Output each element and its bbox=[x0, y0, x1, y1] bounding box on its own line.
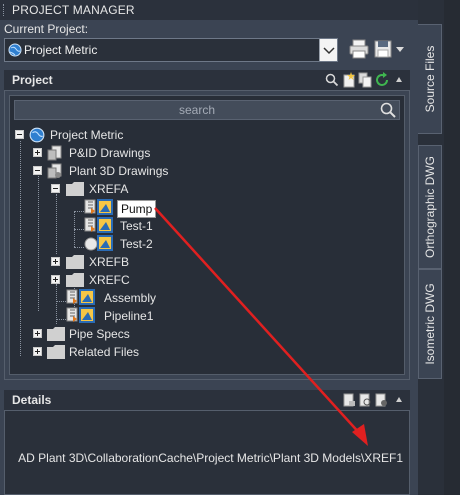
drawing-folder-icon bbox=[47, 145, 62, 161]
tree-node-label: Pipeline1 bbox=[104, 309, 154, 323]
details-section-header[interactable]: Details bbox=[4, 390, 410, 410]
drawing-status-icon bbox=[84, 199, 113, 215]
drawing-status-icon bbox=[84, 217, 113, 233]
current-project-label: Current Project: bbox=[4, 22, 89, 36]
tree-node-label: XREFB bbox=[89, 255, 130, 269]
drag-grip[interactable] bbox=[3, 4, 6, 16]
tree-node-label: XREFA bbox=[89, 182, 129, 196]
save-dropdown-icon[interactable] bbox=[396, 47, 404, 53]
tree-connector bbox=[74, 229, 84, 230]
tab-orthographic-dwg[interactable]: Orthographic DWG bbox=[418, 145, 442, 269]
project-manager-panel: PROJECT MANAGER Current Project: Project… bbox=[0, 0, 418, 495]
print-icon[interactable] bbox=[348, 38, 370, 60]
tree-node-label: Test-2 bbox=[120, 237, 153, 251]
tree-search-input[interactable]: search bbox=[14, 100, 400, 120]
expand-toggle[interactable] bbox=[33, 347, 42, 356]
tab-label: Orthographic DWG bbox=[423, 155, 437, 259]
tree-node-label: XREFC bbox=[89, 273, 130, 287]
expand-toggle[interactable] bbox=[51, 275, 60, 284]
folder-icon bbox=[66, 273, 84, 287]
file-details-icon[interactable] bbox=[342, 393, 356, 407]
copy-drawing-icon[interactable] bbox=[358, 72, 372, 88]
tree-connector bbox=[56, 194, 57, 254]
folder-icon bbox=[66, 182, 84, 196]
project-section-label: Project bbox=[12, 73, 53, 87]
project-section-body: search Project Metric P&ID Drawings Plan… bbox=[4, 90, 410, 380]
tree-connector bbox=[74, 247, 84, 248]
tab-label: Isometric DWG bbox=[423, 283, 437, 365]
globe-icon bbox=[8, 43, 22, 57]
folder-icon bbox=[66, 255, 84, 269]
details-file-path: AD Plant 3D\CollaborationCache\Project M… bbox=[18, 451, 403, 465]
tree-connector bbox=[20, 141, 21, 356]
search-placeholder: search bbox=[178, 103, 216, 117]
current-project-select[interactable]: Project Metric bbox=[4, 38, 338, 62]
tree-node-label: Assembly bbox=[104, 291, 157, 305]
collapse-toggle[interactable] bbox=[33, 166, 42, 175]
tree-connector bbox=[56, 301, 66, 302]
tree-node-label: P&ID Drawings bbox=[69, 146, 151, 160]
tree-connector bbox=[38, 176, 39, 311]
expand-toggle[interactable] bbox=[33, 148, 42, 157]
refresh-icon[interactable] bbox=[374, 72, 390, 88]
panel-titlebar[interactable]: PROJECT MANAGER bbox=[0, 0, 418, 20]
window-edge bbox=[444, 0, 460, 495]
project-dropdown-button[interactable] bbox=[319, 39, 337, 61]
tree-connector bbox=[56, 284, 57, 324]
project-section-header[interactable]: Project bbox=[4, 70, 410, 90]
chevron-down-icon bbox=[323, 47, 335, 55]
search-icon[interactable] bbox=[379, 101, 397, 119]
drawing-status-icon bbox=[66, 307, 95, 323]
collapse-chevron-icon[interactable] bbox=[396, 77, 402, 82]
globe-icon bbox=[29, 127, 45, 143]
details-section-body: AD Plant 3D\CollaborationCache\Project M… bbox=[4, 410, 410, 495]
tree-connector bbox=[56, 319, 66, 320]
drawing-folder-icon bbox=[47, 163, 62, 179]
tree-connector bbox=[74, 211, 84, 212]
drawing-status-icon bbox=[84, 235, 113, 251]
tab-label: Source Files bbox=[422, 45, 437, 113]
project-tree[interactable]: search Project Metric P&ID Drawings Plan… bbox=[9, 95, 405, 375]
new-drawing-icon[interactable] bbox=[342, 72, 356, 88]
tree-node-label: Related Files bbox=[69, 345, 140, 359]
file-settings-icon[interactable] bbox=[374, 393, 388, 407]
tree-node-label: Project Metric bbox=[50, 128, 124, 142]
drawing-status-icon bbox=[66, 289, 95, 305]
collapse-chevron-icon[interactable] bbox=[396, 397, 402, 402]
collapse-toggle[interactable] bbox=[15, 130, 24, 139]
search-icon[interactable] bbox=[325, 73, 339, 87]
tree-node-label: Plant 3D Drawings bbox=[69, 164, 169, 178]
panel-title: PROJECT MANAGER bbox=[12, 3, 135, 17]
folder-icon bbox=[47, 345, 65, 359]
file-search-icon[interactable] bbox=[358, 393, 372, 407]
tree-node-label-selected: Pump bbox=[117, 200, 157, 218]
tab-source-files[interactable]: Source Files bbox=[418, 24, 442, 134]
details-section-label: Details bbox=[12, 393, 52, 407]
tree-node-label: Test-1 bbox=[120, 219, 153, 233]
tree-node-label: Pipe Specs bbox=[69, 327, 130, 341]
folder-icon bbox=[47, 327, 65, 341]
expand-toggle[interactable] bbox=[51, 257, 60, 266]
save-icon[interactable] bbox=[373, 38, 393, 60]
current-project-value: Project Metric bbox=[24, 43, 98, 57]
tab-isometric-dwg[interactable]: Isometric DWG bbox=[418, 269, 442, 379]
expand-toggle[interactable] bbox=[33, 329, 42, 338]
collapse-toggle[interactable] bbox=[51, 184, 60, 193]
